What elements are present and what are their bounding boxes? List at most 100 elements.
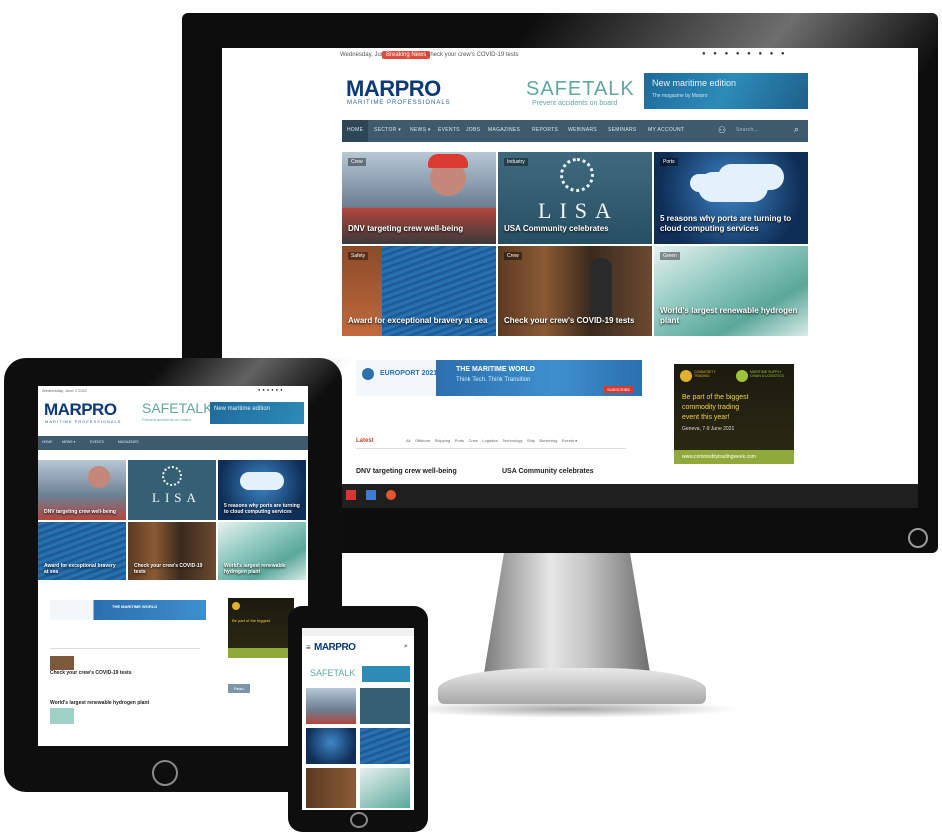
- commodity-badge-icon: [232, 602, 240, 610]
- tablet-safetalk-sub: Prevent accidents on board: [142, 417, 191, 422]
- filter-events[interactable]: Events ▾: [562, 438, 577, 443]
- tablet-tagline: MARITIME PROFESSIONALS: [45, 419, 122, 424]
- latest-item[interactable]: USA Community celebrates: [502, 468, 594, 475]
- tablet-top-bar: Wednesday, June 2 2021 ●●●●●●: [38, 386, 308, 394]
- nav-reports[interactable]: REPORTS: [532, 127, 558, 133]
- nav-sector[interactable]: SECTOR ▾: [374, 127, 401, 133]
- phone-news-tile[interactable]: [360, 688, 410, 724]
- phone-news-tile[interactable]: [306, 768, 356, 808]
- tile-tag: Crew: [504, 252, 522, 260]
- tablet-read-button[interactable]: Read: [228, 684, 250, 693]
- social-icons[interactable]: ● ● ● ● ● ● ● ●: [702, 51, 788, 57]
- nav-news[interactable]: NEWS ▾: [410, 127, 431, 133]
- commodity-badge-icon: [680, 370, 692, 382]
- tablet-nav-news[interactable]: NEWS ▾: [62, 440, 75, 444]
- phone-home-button[interactable]: [350, 812, 368, 828]
- europort-globe-icon: [362, 368, 374, 380]
- tablet-list-item[interactable]: World's largest renewable hydrogen plant: [50, 700, 149, 706]
- tablet-nav-magazines[interactable]: MAGAZINES: [118, 440, 139, 444]
- search-icon[interactable]: ⌕: [404, 643, 408, 651]
- tablet-logo[interactable]: MARPRO: [44, 400, 117, 420]
- top-bar: Wednesday, June 2 2021 Breaking News Che…: [222, 48, 918, 64]
- safetalk-ad-title[interactable]: SAFETALK: [526, 78, 635, 101]
- phone-news-tile[interactable]: [360, 728, 410, 764]
- filter-technology[interactable]: Technology: [502, 438, 522, 443]
- menu-icon[interactable]: ≡: [306, 643, 311, 652]
- tablet-europort-banner[interactable]: THE MARITIME WORLD: [50, 600, 206, 620]
- filter-bunkering[interactable]: Bunkering: [539, 438, 557, 443]
- tablet-home-button[interactable]: [152, 760, 178, 786]
- news-tile[interactable]: Ports 5 reasons why ports are turning to…: [654, 152, 808, 244]
- tablet-screen: Wednesday, June 2 2021 ●●●●●● MARPRO MAR…: [38, 386, 308, 746]
- tablet-list-thumb[interactable]: [50, 708, 74, 724]
- phone-news-tile[interactable]: [306, 728, 356, 764]
- taskbar-app-icon[interactable]: [366, 490, 376, 500]
- tablet-tile-caption: Award for exceptional bravery at sea: [44, 563, 116, 575]
- news-tile[interactable]: Green World's largest renewable hydrogen…: [654, 246, 808, 336]
- banner-url[interactable]: www.commoditytradingweek.com: [682, 454, 756, 460]
- tablet-news-tile[interactable]: Award for exceptional bravery at sea: [38, 522, 126, 580]
- edition-ad-title: New maritime edition: [652, 78, 737, 88]
- lisa-emblem-icon: [162, 466, 182, 486]
- tablet-news-tile[interactable]: 5 reasons why ports are turning to cloud…: [218, 460, 306, 520]
- commodity-banner[interactable]: COMMODITY TRADING MARITIME SUPPLY CHAIN …: [674, 364, 794, 464]
- tile-photo-hat: [428, 154, 468, 168]
- latest-item[interactable]: DNV targeting crew well-being: [356, 468, 457, 475]
- search-icon[interactable]: ⌕: [794, 124, 799, 135]
- tablet-news-tile[interactable]: World's largest renewable hydrogen plant: [218, 522, 306, 580]
- edition-ad-banner[interactable]: New maritime edition The magazine by Mar…: [644, 73, 808, 109]
- latest-filter-bar: All Offshore Shipping Ports Crew Logisti…: [406, 438, 577, 443]
- nav-home[interactable]: HOME: [347, 127, 363, 133]
- filter-logistics[interactable]: Logistics: [482, 438, 498, 443]
- nav-magazines[interactable]: MAGAZINES: [488, 127, 520, 133]
- banner-line-3: event this year!: [682, 414, 730, 421]
- news-ticker[interactable]: Check your crew's COVID-19 tests: [426, 52, 519, 58]
- news-tile[interactable]: Crew DNV targeting crew well-being: [342, 152, 496, 244]
- news-tile[interactable]: Crew Check your crew's COVID-19 tests: [498, 246, 652, 336]
- nav-webinars[interactable]: WEBINARS: [568, 127, 597, 133]
- phone-screen: MARPRO ≡ ⌕ SAFETALK: [302, 628, 414, 810]
- nav-events[interactable]: EVENTS: [438, 127, 460, 133]
- tablet-edition-banner[interactable]: New maritime edition: [210, 402, 304, 424]
- tablet-list-thumb[interactable]: [50, 656, 74, 670]
- tablet-news-tile[interactable]: Check your crew's COVID-19 tests: [128, 522, 216, 580]
- badge-commodity: COMMODITY TRADING: [694, 370, 716, 378]
- subscribe-button[interactable]: SUBSCRIBE: [604, 386, 634, 393]
- phone-news-tile[interactable]: [360, 768, 410, 808]
- marpro-logo[interactable]: MARPRO: [346, 76, 441, 102]
- user-icon[interactable]: ⚇: [718, 125, 726, 136]
- nav-jobs[interactable]: JOBS: [466, 127, 480, 133]
- filter-all[interactable]: All: [406, 438, 410, 443]
- tablet-social-icons[interactable]: ●●●●●●: [258, 387, 285, 392]
- phone-news-tile[interactable]: [306, 688, 356, 724]
- news-tile[interactable]: Safety Award for exceptional bravery at …: [342, 246, 496, 336]
- banner-title: THE MARITIME WORLD: [456, 366, 535, 373]
- tablet-news-tile[interactable]: DNV targeting crew well-being: [38, 460, 126, 520]
- tablet-tile-caption: World's largest renewable hydrogen plant: [224, 563, 286, 575]
- tablet-nav-home[interactable]: HOME: [42, 440, 53, 444]
- taskbar-app-icon[interactable]: [386, 490, 396, 500]
- tablet-nav-events[interactable]: EVENTS: [90, 440, 104, 444]
- logistics-badge-icon: [736, 370, 748, 382]
- tablet-list-item[interactable]: Check your crew's COVID-19 tests: [50, 670, 132, 676]
- filter-ship[interactable]: Ship: [527, 438, 535, 443]
- nav-seminars[interactable]: SEMINARS: [608, 127, 637, 133]
- filter-shipping[interactable]: Shipping: [435, 438, 451, 443]
- tablet-safetalk-title[interactable]: SAFETALK: [142, 400, 213, 416]
- phone-safetalk-title[interactable]: SAFETALK: [310, 668, 355, 678]
- news-tile[interactable]: LISA Industry USA Community celebrates: [498, 152, 652, 244]
- nav-my-account[interactable]: MY ACCOUNT: [648, 127, 684, 133]
- taskbar-app-icon[interactable]: [346, 490, 356, 500]
- power-icon[interactable]: [908, 528, 928, 548]
- europort-banner[interactable]: EUROPORT 2021 THE MARITIME WORLD Think T…: [356, 360, 642, 396]
- filter-crew[interactable]: Crew: [468, 438, 477, 443]
- breaking-news-badge[interactable]: Breaking News: [382, 51, 431, 59]
- phone-logo[interactable]: MARPRO: [314, 642, 356, 653]
- tablet-commodity-banner[interactable]: Be part of the biggest: [228, 598, 294, 658]
- filter-offshore[interactable]: Offshore: [415, 438, 430, 443]
- tile-tag: Green: [660, 252, 680, 260]
- phone-edition-banner[interactable]: [362, 666, 410, 682]
- tablet-news-tile[interactable]: LISA: [128, 460, 216, 520]
- filter-ports[interactable]: Ports: [455, 438, 464, 443]
- nav-search-input[interactable]: Search...: [736, 127, 759, 133]
